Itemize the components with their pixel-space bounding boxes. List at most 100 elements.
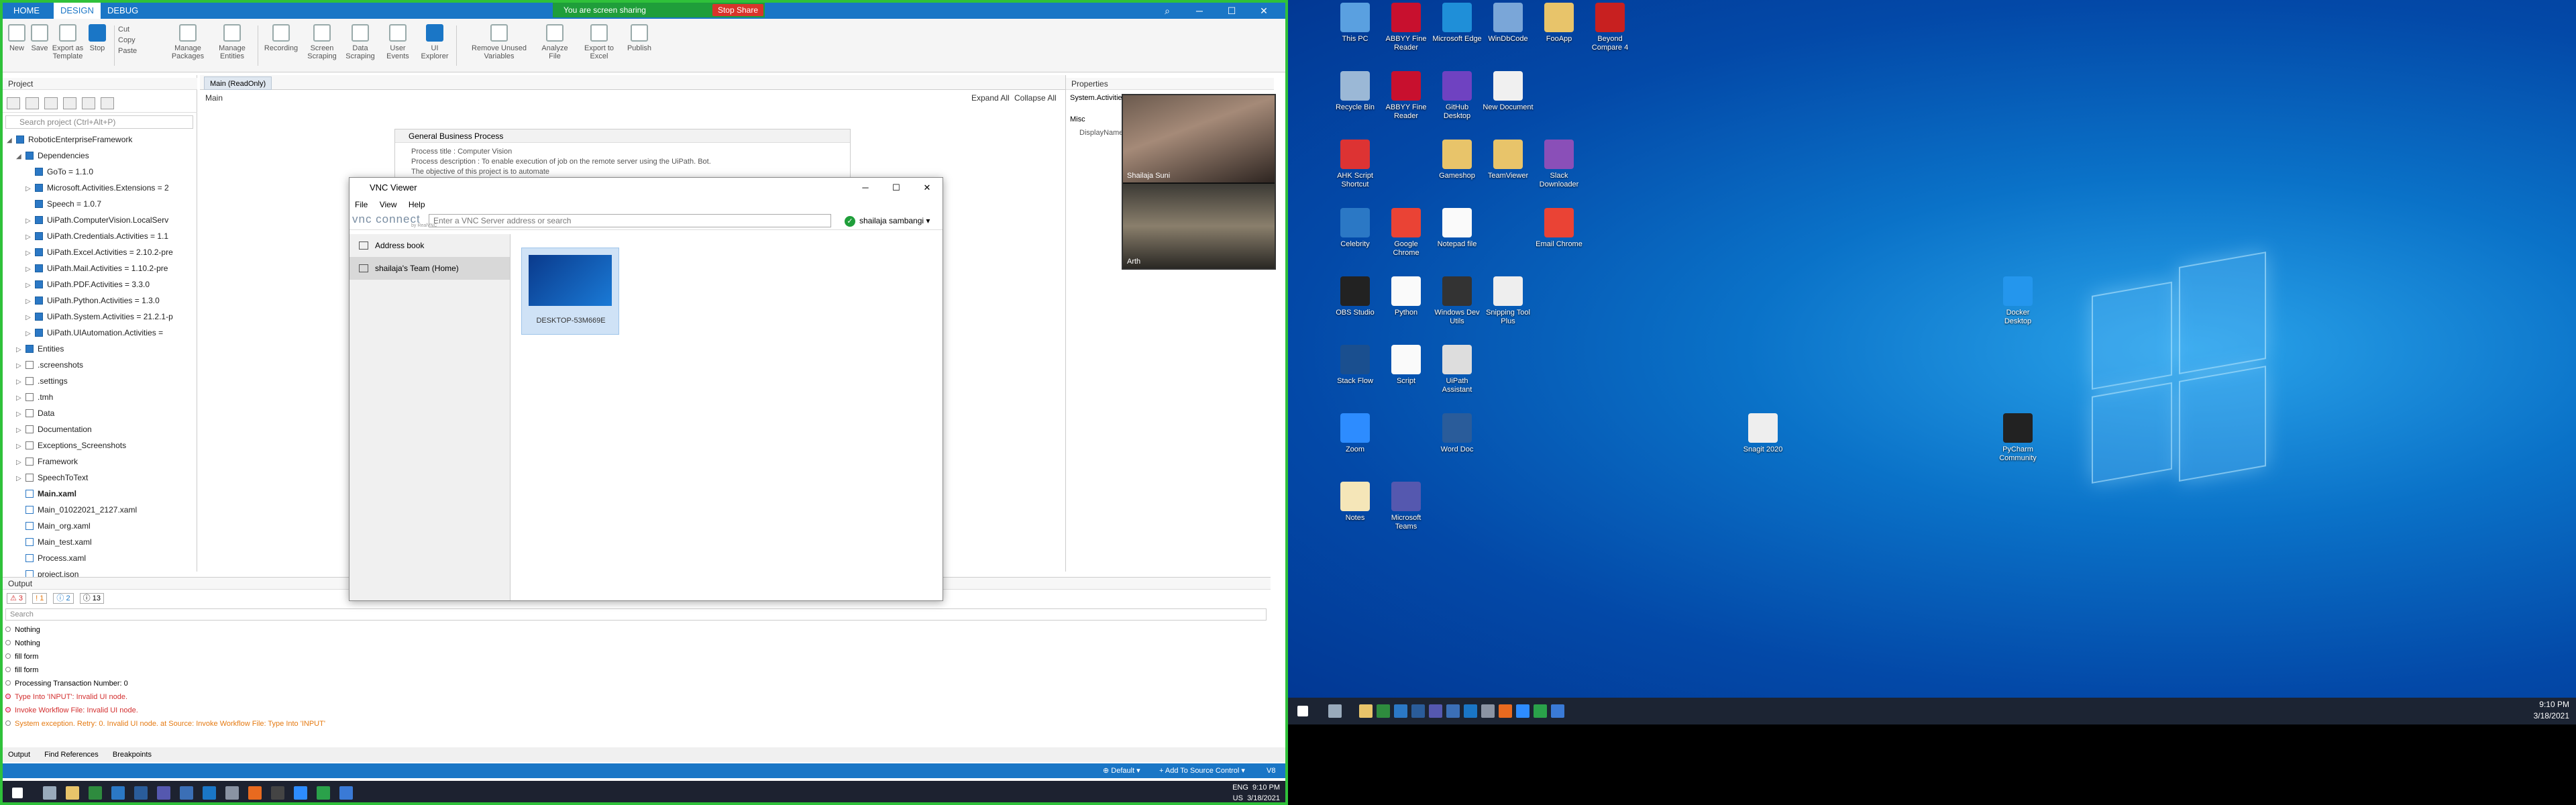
app-icon[interactable] bbox=[317, 786, 330, 800]
tree-node[interactable]: ▷ UiPath.PDF.Activities = 3.3.0 bbox=[3, 276, 197, 292]
desktop-icon[interactable]: Email Chrome bbox=[1534, 208, 1585, 249]
expand-icon[interactable]: ▷ bbox=[16, 342, 24, 357]
tree-node[interactable]: Process.xaml bbox=[3, 550, 197, 566]
tree-node[interactable]: ▷ UiPath.Credentials.Activities = 1.1 bbox=[3, 228, 197, 244]
expand-icon[interactable]: ▷ bbox=[25, 181, 34, 196]
desktop-icon[interactable]: Microsoft Edge bbox=[1432, 3, 1483, 44]
expand-icon[interactable]: ▷ bbox=[16, 358, 24, 373]
error-filter[interactable]: ⚠ 3 bbox=[7, 593, 27, 604]
system-tray-right[interactable]: 9:10 PM 3/18/2021 bbox=[2534, 699, 2569, 722]
tree-node[interactable]: ▷ UiPath.ComputerVision.LocalServ bbox=[3, 212, 197, 228]
task-view-icon[interactable] bbox=[43, 786, 56, 800]
sidebar-item-address-book[interactable]: Address book bbox=[350, 234, 510, 257]
tree-node[interactable]: Main.xaml bbox=[3, 486, 197, 502]
desktop-icon[interactable]: Notepad file bbox=[1432, 208, 1483, 249]
settings-icon[interactable] bbox=[101, 97, 114, 109]
vnc-address-input[interactable]: Enter a VNC Server address or search bbox=[429, 214, 831, 227]
desktop-icon[interactable]: Script bbox=[1381, 345, 1432, 386]
tree-node[interactable]: ▷ UiPath.Mail.Activities = 1.10.2-pre bbox=[3, 260, 197, 276]
trace-filter[interactable]: ⓘ 13 bbox=[79, 593, 104, 604]
participant-video[interactable]: Arth bbox=[1123, 184, 1275, 268]
maximize-button[interactable]: ☐ bbox=[881, 178, 912, 198]
tree-node[interactable]: GoTo = 1.1.0 bbox=[3, 164, 197, 180]
desktop-icon[interactable]: TeamViewer bbox=[1483, 140, 1534, 180]
collapse-all-button[interactable]: Collapse All bbox=[1014, 91, 1057, 105]
teams-icon[interactable] bbox=[157, 786, 170, 800]
tree-node[interactable]: ▷ .settings bbox=[3, 373, 197, 389]
expand-icon[interactable]: ▷ bbox=[16, 455, 24, 470]
tree-node[interactable]: Main_org.xaml bbox=[3, 518, 197, 534]
stop-share-button[interactable]: Stop Share bbox=[712, 4, 763, 16]
desktop-icon[interactable]: Recycle Bin bbox=[1330, 71, 1381, 112]
task-view-icon[interactable] bbox=[1328, 704, 1342, 718]
log-line[interactable]: Nothing bbox=[5, 623, 325, 637]
expand-icon[interactable]: ◢ bbox=[7, 133, 15, 148]
user-events-button[interactable]: User Events bbox=[381, 24, 415, 60]
output-search-input[interactable]: Search bbox=[5, 608, 1267, 621]
desktop-icon[interactable]: New Document bbox=[1483, 71, 1534, 112]
vnc-icon[interactable] bbox=[1551, 704, 1564, 718]
desktop-icon[interactable]: Notes bbox=[1330, 482, 1381, 523]
desktop-icon[interactable]: AHK Script Shortcut bbox=[1330, 140, 1381, 189]
toolbar-icon[interactable] bbox=[63, 97, 76, 109]
tab-debug[interactable]: DEBUG bbox=[101, 3, 145, 19]
desktop-icon[interactable]: Celebrity bbox=[1330, 208, 1381, 249]
tree-node[interactable]: ▷ Entities bbox=[3, 341, 197, 357]
uipath-icon[interactable] bbox=[1464, 704, 1477, 718]
expand-icon[interactable]: ▷ bbox=[25, 213, 34, 228]
screen-scraping-button[interactable]: Screen Scraping bbox=[302, 24, 342, 60]
cut-button[interactable]: Cut bbox=[118, 24, 158, 35]
add-to-source-control-button[interactable]: + Add To Source Control ▾ bbox=[1159, 763, 1245, 778]
maximize-button[interactable]: ☐ bbox=[1216, 3, 1248, 19]
expand-icon[interactable]: ▷ bbox=[16, 439, 24, 453]
tree-node[interactable]: ▷ .screenshots bbox=[3, 357, 197, 373]
tree-node[interactable]: ▷ UiPath.UIAutomation.Activities = bbox=[3, 325, 197, 341]
tree-node[interactable]: ▷ UiPath.Python.Activities = 1.3.0 bbox=[3, 292, 197, 309]
vnc-user-menu[interactable]: ✓ shailaja sambangi ▾ bbox=[845, 214, 930, 227]
expand-icon[interactable]: ▷ bbox=[25, 262, 34, 276]
toolbar-icon[interactable] bbox=[25, 97, 39, 109]
minimize-button[interactable]: ─ bbox=[850, 178, 881, 198]
log-line[interactable]: Type Into 'INPUT': Invalid UI node. bbox=[5, 690, 325, 704]
desktop-icon[interactable]: FooApp bbox=[1534, 3, 1585, 44]
desktop-icon[interactable]: GitHub Desktop bbox=[1432, 71, 1483, 121]
desktop-icon[interactable]: Beyond Compare 4 bbox=[1585, 3, 1635, 52]
close-button[interactable]: ✕ bbox=[1248, 3, 1280, 19]
app-icon[interactable] bbox=[271, 786, 284, 800]
app-icon[interactable] bbox=[225, 786, 239, 800]
app-icon[interactable] bbox=[1481, 704, 1495, 718]
tab-main[interactable]: Main (ReadOnly) bbox=[204, 76, 272, 90]
expand-all-button[interactable]: Expand All bbox=[971, 91, 1010, 105]
desktop-icon[interactable]: This PC bbox=[1330, 3, 1381, 44]
tree-node[interactable]: ▷ Microsoft.Activities.Extensions = 2 bbox=[3, 180, 197, 196]
tree-node[interactable]: ◢ Dependencies bbox=[3, 148, 197, 164]
export-to-excel-button[interactable]: Export to Excel bbox=[581, 24, 617, 60]
desktop-icon[interactable]: ABBYY Fine Reader bbox=[1381, 71, 1432, 121]
firefox-icon[interactable] bbox=[1499, 704, 1512, 718]
outlook-icon[interactable] bbox=[1446, 704, 1460, 718]
manage-entities-button[interactable]: Manage Entities bbox=[211, 24, 254, 60]
language-indicator[interactable]: ENG bbox=[1232, 784, 1248, 792]
excel-icon[interactable] bbox=[89, 786, 102, 800]
zoom-icon[interactable] bbox=[1516, 704, 1529, 718]
export-template-button[interactable]: Export as Template bbox=[51, 24, 85, 60]
file-explorer-icon[interactable] bbox=[1359, 704, 1373, 718]
desktop-icon[interactable]: OBS Studio bbox=[1330, 276, 1381, 317]
expand-icon[interactable]: ▷ bbox=[16, 471, 24, 486]
expand-icon[interactable]: ◢ bbox=[16, 149, 24, 164]
desktop-icon[interactable]: Zoom bbox=[1330, 413, 1381, 454]
expand-icon[interactable]: ▷ bbox=[16, 407, 24, 421]
start-icon[interactable] bbox=[12, 788, 23, 798]
paste-button[interactable]: Paste bbox=[118, 46, 158, 56]
file-explorer-icon[interactable] bbox=[66, 786, 79, 800]
expand-icon[interactable]: ▷ bbox=[16, 423, 24, 437]
minimize-button[interactable]: ─ bbox=[1183, 3, 1216, 19]
publish-button[interactable]: Publish bbox=[623, 24, 656, 52]
menu-file[interactable]: File bbox=[355, 200, 368, 209]
sidebar-item-team[interactable]: shailaja's Team (Home) bbox=[350, 257, 510, 280]
tab-design[interactable]: DESIGN bbox=[54, 3, 101, 19]
firefox-icon[interactable] bbox=[248, 786, 262, 800]
desktop-icon[interactable]: Slack Downloader bbox=[1534, 140, 1585, 189]
uipath-icon[interactable] bbox=[203, 786, 216, 800]
analyze-file-button[interactable]: Analyze File bbox=[537, 24, 573, 60]
